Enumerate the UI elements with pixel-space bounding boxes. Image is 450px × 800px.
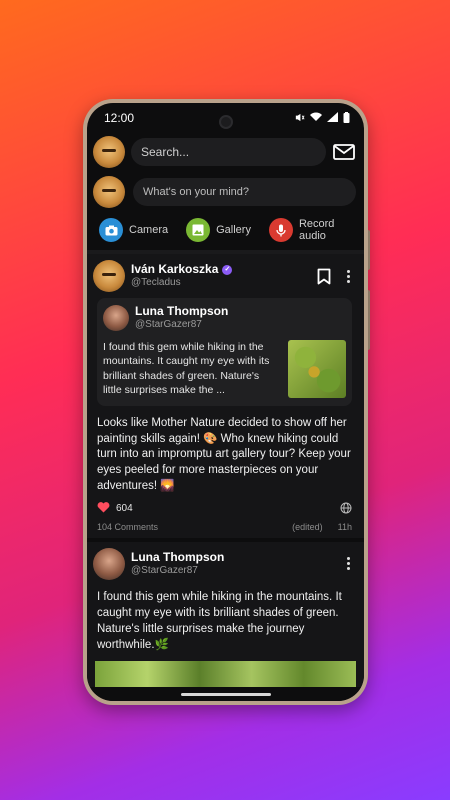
compose-row: What's on your mind? xyxy=(87,168,364,208)
post-image[interactable] xyxy=(95,661,356,688)
post-header: Iván Karkoszka ✓ @Tecladus xyxy=(93,260,356,293)
camera-icon xyxy=(99,218,123,243)
author-name-text: Iván Karkoszka xyxy=(131,262,219,277)
gallery-button[interactable]: Gallery xyxy=(186,218,251,243)
status-icons xyxy=(294,111,350,125)
search-input[interactable]: Search... xyxy=(131,138,326,166)
signal-icon xyxy=(327,112,338,124)
user-avatar xyxy=(93,176,125,208)
compose-placeholder: What's on your mind? xyxy=(143,186,250,198)
more-options-icon[interactable] xyxy=(340,266,356,286)
quoted-author-name: Luna Thompson xyxy=(135,304,229,319)
author-avatar[interactable] xyxy=(93,547,125,580)
globe-icon xyxy=(340,502,352,514)
post-footer: 104 Comments (edited) 11h xyxy=(93,516,356,538)
post-time: 11h xyxy=(337,521,352,532)
front-camera xyxy=(219,115,233,129)
gallery-label: Gallery xyxy=(216,224,251,237)
like-count: 604 xyxy=(116,502,133,514)
comments-link[interactable]: 104 Comments xyxy=(97,522,158,532)
author-avatar[interactable] xyxy=(93,260,125,293)
record-audio-button[interactable]: Record audio xyxy=(268,218,339,243)
quoted-author-avatar xyxy=(103,304,129,331)
author-name[interactable]: Luna Thompson xyxy=(131,550,334,565)
quoted-post-body: I found this gem while hiking in the mou… xyxy=(103,339,346,398)
mail-icon[interactable] xyxy=(332,142,356,162)
author-name[interactable]: Iván Karkoszka ✓ xyxy=(131,262,308,277)
top-bar: Search... xyxy=(87,133,364,168)
quoted-post-image[interactable] xyxy=(288,339,346,398)
more-options-icon[interactable] xyxy=(340,554,356,574)
author-handle: @Tecladus xyxy=(131,277,181,289)
quoted-author-info: Luna Thompson @StarGazer87 xyxy=(135,304,346,332)
search-placeholder: Search... xyxy=(141,145,190,159)
mute-icon xyxy=(294,112,305,125)
post-time-info: (edited) 11h xyxy=(292,522,352,532)
edited-label: (edited) xyxy=(292,521,323,532)
profile-avatar[interactable] xyxy=(93,136,125,168)
wifi-icon xyxy=(310,112,322,124)
mic-icon xyxy=(268,218,293,243)
quoted-post-text: I found this gem while hiking in the mou… xyxy=(103,340,270,397)
heart-icon[interactable] xyxy=(97,501,110,516)
compose-input[interactable]: What's on your mind? xyxy=(133,178,356,206)
post-header: Luna Thompson @StarGazer87 xyxy=(93,547,356,580)
phone-frame: 12:00 Search... What's on your mind? Cam… xyxy=(83,99,368,705)
record-audio-label: Record audio xyxy=(298,218,335,243)
verified-icon: ✓ xyxy=(222,264,233,275)
app-screen: 12:00 Search... What's on your mind? Cam… xyxy=(87,103,364,701)
post-card: Luna Thompson @StarGazer87 I found this … xyxy=(87,541,364,688)
camera-label: Camera xyxy=(129,224,169,237)
post-text: Looks like Mother Nature decided to show… xyxy=(97,416,351,493)
author-info: Iván Karkoszka ✓ @Tecladus xyxy=(131,262,308,290)
bookmark-icon[interactable] xyxy=(314,266,334,286)
battery-icon xyxy=(343,111,350,125)
gesture-nav-bar xyxy=(87,687,364,701)
quoted-post[interactable]: Luna Thompson @StarGazer87 I found this … xyxy=(97,298,352,406)
quoted-post-header: Luna Thompson @StarGazer87 xyxy=(103,304,346,332)
media-actions: Camera Gallery Record audio xyxy=(87,208,364,243)
status-time: 12:00 xyxy=(104,111,135,125)
gallery-icon xyxy=(186,218,211,243)
author-handle: @StarGazer87 xyxy=(131,565,198,577)
author-info: Luna Thompson @StarGazer87 xyxy=(131,550,334,578)
post-card: Iván Karkoszka ✓ @Tecladus Luna Thompson… xyxy=(87,254,364,538)
quoted-author-handle: @StarGazer87 xyxy=(135,319,202,331)
post-stats: 604 xyxy=(93,495,356,516)
post-text: I found this gem while hiking in the mou… xyxy=(97,590,342,651)
camera-button[interactable]: Camera xyxy=(99,218,169,243)
home-indicator[interactable] xyxy=(180,692,271,696)
